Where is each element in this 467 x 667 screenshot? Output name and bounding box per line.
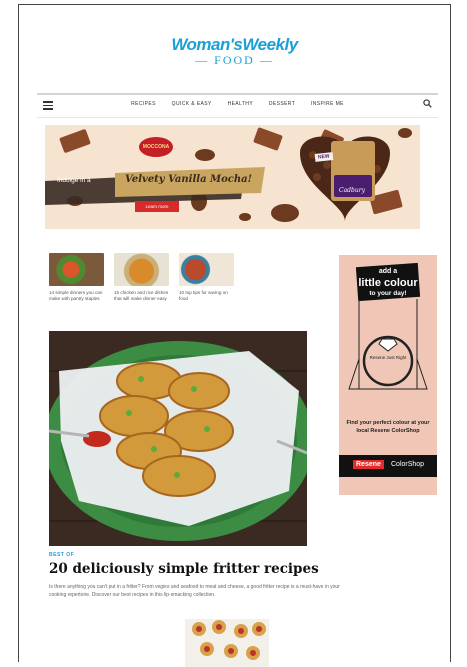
article-caption: 10 top tips for saving on food bbox=[179, 290, 228, 301]
hero-image[interactable] bbox=[49, 331, 307, 546]
moccona-logo: MOCCONA bbox=[139, 137, 173, 157]
ring-illustration bbox=[348, 299, 428, 390]
article-thumbnail bbox=[49, 253, 104, 286]
main-nav: RECIPES QUICK & EASY HEALTHY DESSERT INS… bbox=[37, 93, 438, 118]
resene-logo: Resene ColorShop bbox=[339, 455, 437, 477]
ad-line-2: little colour bbox=[358, 277, 418, 289]
article-title[interactable]: 20 deliciously simple fritter recipes bbox=[49, 561, 319, 577]
ring-label: Resene Just Right bbox=[369, 355, 407, 360]
cadbury-logo: Cadbury bbox=[339, 187, 365, 194]
ad-body-text: Find your perfect colour at your local R… bbox=[346, 420, 430, 434]
banner-cta-button[interactable]: Learn more bbox=[135, 201, 179, 212]
logo-text: Woman'sWeekly bbox=[171, 35, 298, 54]
article-caption: 15 chicken and rice dishes that will mak… bbox=[114, 290, 169, 301]
resene-sidebar-ad[interactable]: add a little colour to your day! Resene … bbox=[339, 255, 437, 495]
nav-item-dessert[interactable]: DESSERT bbox=[269, 101, 295, 107]
related-article-1[interactable]: 14 simple dinners you can make with pant… bbox=[49, 253, 104, 302]
article-description: Is there anything you can't put in a fri… bbox=[49, 584, 340, 598]
logo-subtitle: — FOOD — bbox=[195, 53, 274, 67]
page-frame: Woman'sWeekly — FOOD — RECIPES QUICK & E… bbox=[18, 4, 451, 667]
pastry-photo bbox=[185, 619, 269, 667]
banner-headline: Velvety Vanilla Mocha! bbox=[125, 174, 253, 185]
related-article-3[interactable]: 10 top tips for saving on food bbox=[179, 253, 234, 302]
nav-item-inspire-me[interactable]: INSPIRE ME bbox=[311, 101, 344, 107]
related-article-2[interactable]: 15 chicken and rice dishes that will mak… bbox=[114, 253, 169, 302]
nav-item-healthy[interactable]: HEALTHY bbox=[228, 101, 254, 107]
article-thumbnail bbox=[114, 253, 169, 286]
banner-headline-prefix: Indulge in a bbox=[57, 177, 91, 184]
category-badge[interactable]: BEST OF bbox=[49, 552, 74, 558]
ad-line-1: add a bbox=[378, 268, 398, 275]
nav-item-recipes[interactable]: RECIPES bbox=[131, 101, 156, 107]
nav-links: RECIPES QUICK & EASY HEALTHY DESSERT INS… bbox=[37, 101, 438, 107]
article-thumbnail bbox=[179, 253, 234, 286]
next-article-image[interactable] bbox=[185, 619, 269, 667]
ad-line-3: to your day! bbox=[369, 290, 407, 297]
nav-item-quick-easy[interactable]: QUICK & EASY bbox=[172, 101, 212, 107]
moccona-banner-ad[interactable]: MOCCONA Indulge in a Velvety Vanilla Moc… bbox=[45, 125, 420, 229]
article-caption: 14 simple dinners you can make with pant… bbox=[49, 290, 103, 301]
search-icon[interactable] bbox=[423, 99, 432, 108]
fritters-photo bbox=[49, 331, 307, 546]
site-logo[interactable]: Woman'sWeekly — FOOD — bbox=[19, 35, 450, 68]
